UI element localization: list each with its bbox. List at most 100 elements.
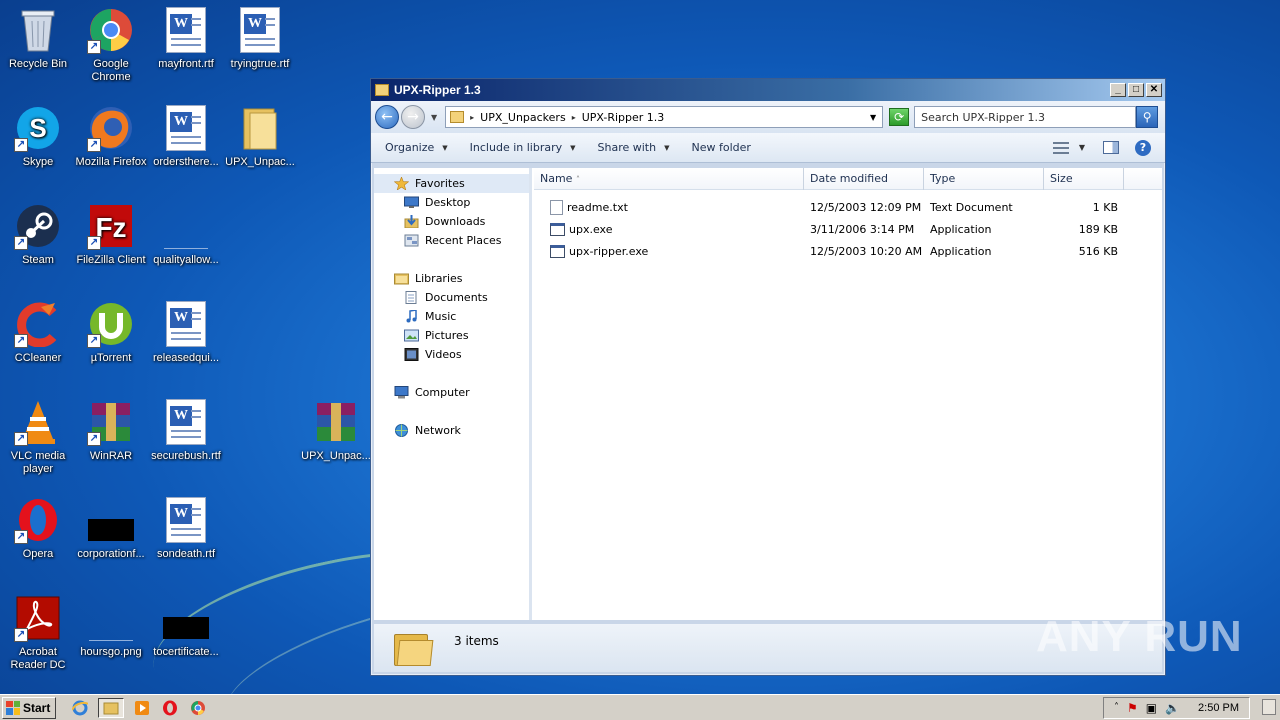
opera-icon: ↗ <box>14 496 62 544</box>
chevron-up-icon[interactable]: ˄ <box>1114 702 1119 713</box>
breadcrumb-item[interactable]: UPX-Ripper 1.3 <box>582 111 665 124</box>
minimize-button[interactable]: _ <box>1110 83 1126 97</box>
file-row[interactable]: upx-ripper.exe 12/5/2003 10:20 AM Applic… <box>534 240 1162 262</box>
nav-item-computer[interactable]: Computer <box>374 383 529 402</box>
desktop-icon-upx-unpackers-archive[interactable]: UPX_Unpac... <box>298 398 374 463</box>
desktop-icon-corporationf[interactable]: corporationf... <box>73 496 149 561</box>
application-icon <box>550 222 565 236</box>
refresh-button[interactable]: ⟳ <box>889 108 910 126</box>
nav-item-videos[interactable]: Videos <box>374 345 529 364</box>
maximize-button[interactable]: □ <box>1128 83 1144 97</box>
chevron-down-icon: ▼ <box>570 143 576 152</box>
desktop-icon-winrar[interactable]: ↗ WinRAR <box>73 398 149 463</box>
desktop-icon-securebush[interactable]: W securebush.rtf <box>148 398 224 463</box>
nav-item-favorites[interactable]: Favorites <box>374 174 529 193</box>
help-icon[interactable]: ? <box>1135 139 1151 156</box>
desktop-icon-filezilla[interactable]: Fz ↗ FileZilla Client <box>73 202 149 267</box>
close-button[interactable]: ✕ <box>1146 83 1162 97</box>
column-header-size[interactable]: Size <box>1044 168 1124 190</box>
file-date: 12/5/2003 12:09 PM <box>810 200 922 214</box>
desktop-icon-upx-unpackers-folder[interactable]: UPX_Unpac... <box>222 104 298 169</box>
file-date: 3/11/2006 3:14 PM <box>810 222 915 236</box>
desktop-icon-qualityallow[interactable]: qualityallow... <box>148 202 224 267</box>
clock[interactable]: 2:50 PM <box>1198 702 1239 714</box>
file-size: 516 KB <box>1078 244 1118 258</box>
desktop-icon-skype[interactable]: S ↗ Skype <box>0 104 76 169</box>
desktop-icon-mayfront[interactable]: W mayfront.rtf <box>148 6 224 71</box>
chrome-icon[interactable] <box>188 698 208 718</box>
desktop-icon-hoursgo[interactable]: hoursgo.png <box>73 594 149 659</box>
desktop-icon-acrobat[interactable]: ↗ Acrobat Reader DC <box>0 594 76 672</box>
desktop-icon-steam[interactable]: ↗ Steam <box>0 202 76 267</box>
file-size: 189 KB <box>1078 222 1118 236</box>
back-button[interactable]: ← <box>375 105 399 129</box>
nav-item-pictures[interactable]: Pictures <box>374 326 529 345</box>
nav-item-downloads[interactable]: Downloads <box>374 212 529 231</box>
desktop-icon-vlc[interactable]: ↗ VLC media player <box>0 398 76 476</box>
nav-item-desktop[interactable]: Desktop <box>374 193 529 212</box>
chevron-down-icon: ▼ <box>664 143 670 152</box>
new-folder-button[interactable]: New folder <box>691 141 750 154</box>
search-icon[interactable]: ⚲ <box>1136 106 1159 128</box>
nav-item-libraries[interactable]: Libraries <box>374 269 529 288</box>
opera-icon[interactable] <box>160 698 180 718</box>
change-view-icon[interactable] <box>1052 141 1069 154</box>
network-icon[interactable]: ▣ <box>1146 701 1157 715</box>
desktop-icon-label: securebush.rtf <box>151 450 221 462</box>
nav-item-documents[interactable]: Documents <box>374 288 529 307</box>
desktop-icon-firefox[interactable]: ↗ Mozilla Firefox <box>73 104 149 169</box>
share-with-button[interactable]: Share with ▼ <box>598 141 670 154</box>
desktop-icon-utorrent[interactable]: ↗ µTorrent <box>73 300 149 365</box>
desktop-icon-ccleaner[interactable]: ↗ CCleaner <box>0 300 76 365</box>
show-desktop-button[interactable] <box>1262 699 1276 715</box>
explorer-taskbar-button[interactable] <box>98 697 124 718</box>
desktop-icon-opera[interactable]: ↗ Opera <box>0 496 76 561</box>
desktop-icon-label: UPX_Unpac... <box>301 450 371 462</box>
file-row[interactable]: readme.txt 12/5/2003 12:09 PM Text Docum… <box>534 196 1162 218</box>
music-icon <box>406 310 417 323</box>
column-header-date-modified[interactable]: Date modified <box>804 168 924 190</box>
desktop-icon-label: sondeath.rtf <box>156 548 216 560</box>
nav-item-music[interactable]: Music <box>374 307 529 326</box>
column-header-name[interactable]: Name ˄ <box>534 168 804 190</box>
recycle-bin-icon <box>14 6 62 54</box>
desktop-icon-sondeath[interactable]: W sondeath.rtf <box>148 496 224 561</box>
preview-pane-icon[interactable] <box>1103 141 1119 154</box>
explorer-window[interactable]: UPX-Ripper 1.3 _ □ ✕ ← → ▼ ▸ UPX_Unpacke… <box>370 78 1166 676</box>
chevron-down-icon[interactable]: ▼ <box>870 113 876 122</box>
breadcrumb[interactable]: ▸ UPX_Unpackers ▸ UPX-Ripper 1.3 ▼ <box>445 106 884 128</box>
search-input[interactable]: Search UPX-Ripper 1.3 <box>914 106 1137 128</box>
internet-explorer-icon[interactable] <box>70 698 90 718</box>
action-center-flag-icon[interactable]: ⚑ <box>1127 701 1138 715</box>
column-header-type[interactable]: Type <box>924 168 1044 190</box>
chevron-right-icon[interactable]: ▸ <box>470 113 474 122</box>
vlc-icon: ↗ <box>14 398 62 446</box>
file-row[interactable]: upx.exe 3/11/2006 3:14 PM Application 18… <box>534 218 1162 240</box>
word-document-icon: W <box>162 496 210 544</box>
include-in-library-label: Include in library <box>469 141 563 154</box>
desktop-icon-tocertificate[interactable]: tocertificate... <box>148 594 224 659</box>
chevron-right-icon[interactable]: ▸ <box>572 113 576 122</box>
forward-button[interactable]: → <box>401 105 425 129</box>
desktop-icon-ordersthere[interactable]: W ordersthere... <box>148 104 224 169</box>
system-tray: ˄ ⚑ ▣ 🔈 2:50 PM <box>1102 696 1250 719</box>
desktop-icon-tryingtrue[interactable]: W tryingtrue.rtf <box>222 6 298 71</box>
chevron-down-icon[interactable]: ▼ <box>1079 143 1085 152</box>
desktop-icon-releasedqui[interactable]: W releasedqui... <box>148 300 224 365</box>
volume-icon[interactable]: 🔈 <box>1165 701 1180 715</box>
window-titlebar[interactable]: UPX-Ripper 1.3 _ □ ✕ <box>371 79 1165 101</box>
breadcrumb-item[interactable]: UPX_Unpackers <box>480 111 566 124</box>
desktop-icon-label: mayfront.rtf <box>158 58 214 70</box>
desktop-icon-label: corporationf... <box>77 548 145 560</box>
nav-item-recent-places[interactable]: Recent Places <box>374 231 529 250</box>
desktop-icon-chrome[interactable]: ↗ Google Chrome <box>73 6 149 84</box>
recent-pages-dropdown-icon[interactable]: ▼ <box>431 113 437 122</box>
desktop-icon-label: CCleaner <box>14 352 62 364</box>
include-in-library-button[interactable]: Include in library ▼ <box>470 141 576 154</box>
desktop-icon-recycle-bin[interactable]: Recycle Bin <box>0 6 76 71</box>
desktop-icon-label: FileZilla Client <box>76 254 146 266</box>
media-player-icon[interactable] <box>132 698 152 718</box>
start-button[interactable]: Start <box>2 696 56 719</box>
nav-item-network[interactable]: Network <box>374 421 529 440</box>
organize-button[interactable]: Organize ▼ <box>385 141 448 154</box>
